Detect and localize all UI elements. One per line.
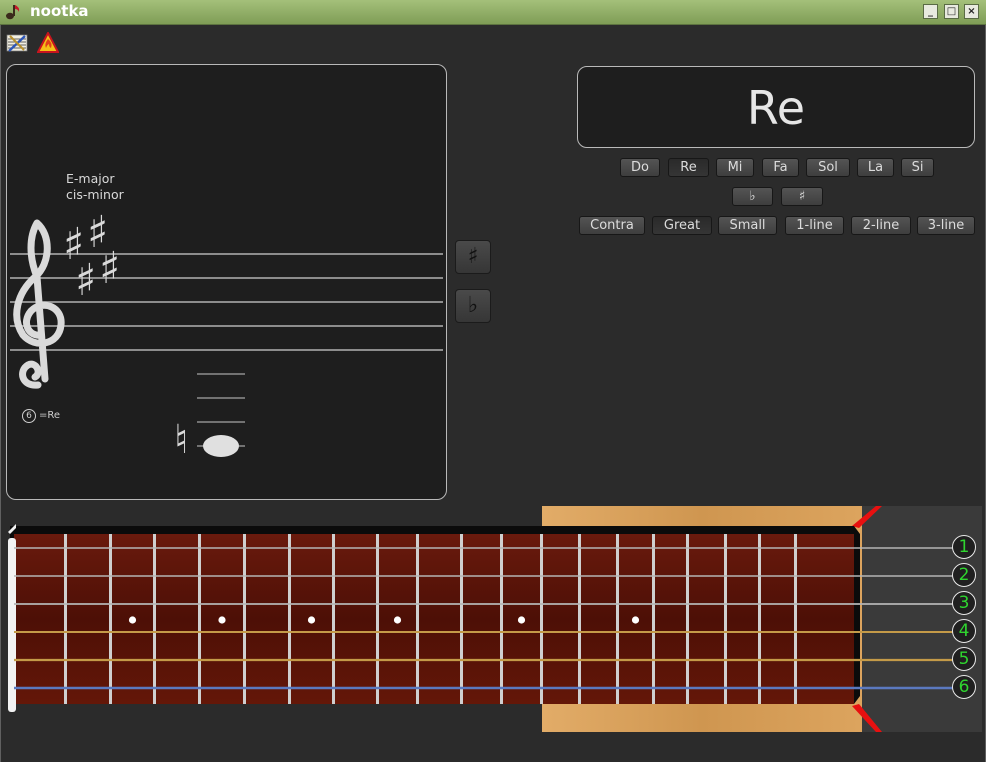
fret-6: [288, 534, 291, 704]
guitar-fretboard[interactable]: [4, 506, 982, 732]
octave-button-small[interactable]: Small: [718, 216, 777, 235]
string-number-3[interactable]: 3: [952, 591, 976, 615]
fret-1: [64, 534, 67, 704]
natural-icon: ♮: [174, 417, 189, 463]
fret-19: [794, 534, 797, 704]
fret-5: [243, 534, 246, 704]
minimize-button[interactable]: _: [923, 4, 938, 19]
fret-17: [724, 534, 727, 704]
note-button-si[interactable]: Si: [901, 158, 934, 177]
fret-marker-7: [307, 616, 316, 624]
flat-accidental-button[interactable]: ♭: [732, 187, 773, 206]
fret-8: [376, 534, 379, 704]
fret-2: [109, 534, 112, 704]
fret-7: [332, 534, 335, 704]
fret-3: [153, 534, 156, 704]
sharp-icon: ♯: [75, 255, 97, 306]
score-staff[interactable]: E-major cis-minor ♯ ♯ ♯ ♯ ♮ 6 =Re: [6, 64, 447, 500]
fret-9: [416, 534, 419, 704]
note-button-mi[interactable]: Mi: [716, 158, 754, 177]
flat-button[interactable]: ♭: [455, 289, 491, 323]
fret-14: [616, 534, 619, 704]
fret-16: [686, 534, 689, 704]
sharp-accidental-button[interactable]: ♯: [781, 187, 823, 206]
string-number-1[interactable]: 1: [952, 535, 976, 559]
string-number-5[interactable]: 5: [952, 647, 976, 671]
fret-4: [198, 534, 201, 704]
octave-button-1-line[interactable]: 1-line: [785, 216, 844, 235]
exam-start-icon[interactable]: [37, 32, 59, 54]
sharp-icon: ♯: [99, 243, 121, 294]
maximize-button[interactable]: □: [944, 4, 959, 19]
tuning-note-label: =Re: [39, 410, 61, 421]
note-name-display: Re: [577, 66, 975, 148]
fret-marker-9: [393, 616, 402, 624]
settings-icon[interactable]: [6, 32, 28, 54]
fret-marker-5: [218, 616, 226, 624]
string-number-2[interactable]: 2: [952, 563, 976, 587]
sharp-button[interactable]: ♯: [455, 240, 491, 274]
whole-note: [203, 435, 239, 457]
fret-12: [540, 534, 543, 704]
fret-13: [578, 534, 581, 704]
octave-button-3-line[interactable]: 3-line: [917, 216, 975, 235]
note-button-do[interactable]: Do: [620, 158, 660, 177]
note-button-sol[interactable]: Sol: [806, 158, 850, 177]
fret-11: [500, 534, 503, 704]
window-title: nootka: [30, 2, 89, 20]
note-button-re[interactable]: Re: [668, 158, 709, 177]
tuning-string-circle: 6: [22, 409, 36, 423]
treble-clef-icon: [13, 219, 65, 389]
fret-marker-15: [631, 616, 640, 624]
fret-marker-12: [517, 616, 526, 624]
note-name-text: Re: [746, 81, 806, 135]
string-number-4[interactable]: 4: [952, 619, 976, 643]
string-number-6[interactable]: 6: [952, 675, 976, 699]
note-button-la[interactable]: La: [857, 158, 894, 177]
note-button-fa[interactable]: Fa: [762, 158, 799, 177]
nootka-app-icon: [6, 5, 20, 20]
title-bar: nootka _ □ ×: [0, 0, 986, 25]
octave-button-great[interactable]: Great: [652, 216, 712, 235]
close-button[interactable]: ×: [964, 4, 979, 19]
fret-18: [758, 534, 761, 704]
fret-15: [652, 534, 655, 704]
octave-button-contra[interactable]: Contra: [579, 216, 645, 235]
fret-10: [460, 534, 463, 704]
fret-marker-3: [128, 616, 137, 624]
octave-button-2-line[interactable]: 2-line: [851, 216, 911, 235]
